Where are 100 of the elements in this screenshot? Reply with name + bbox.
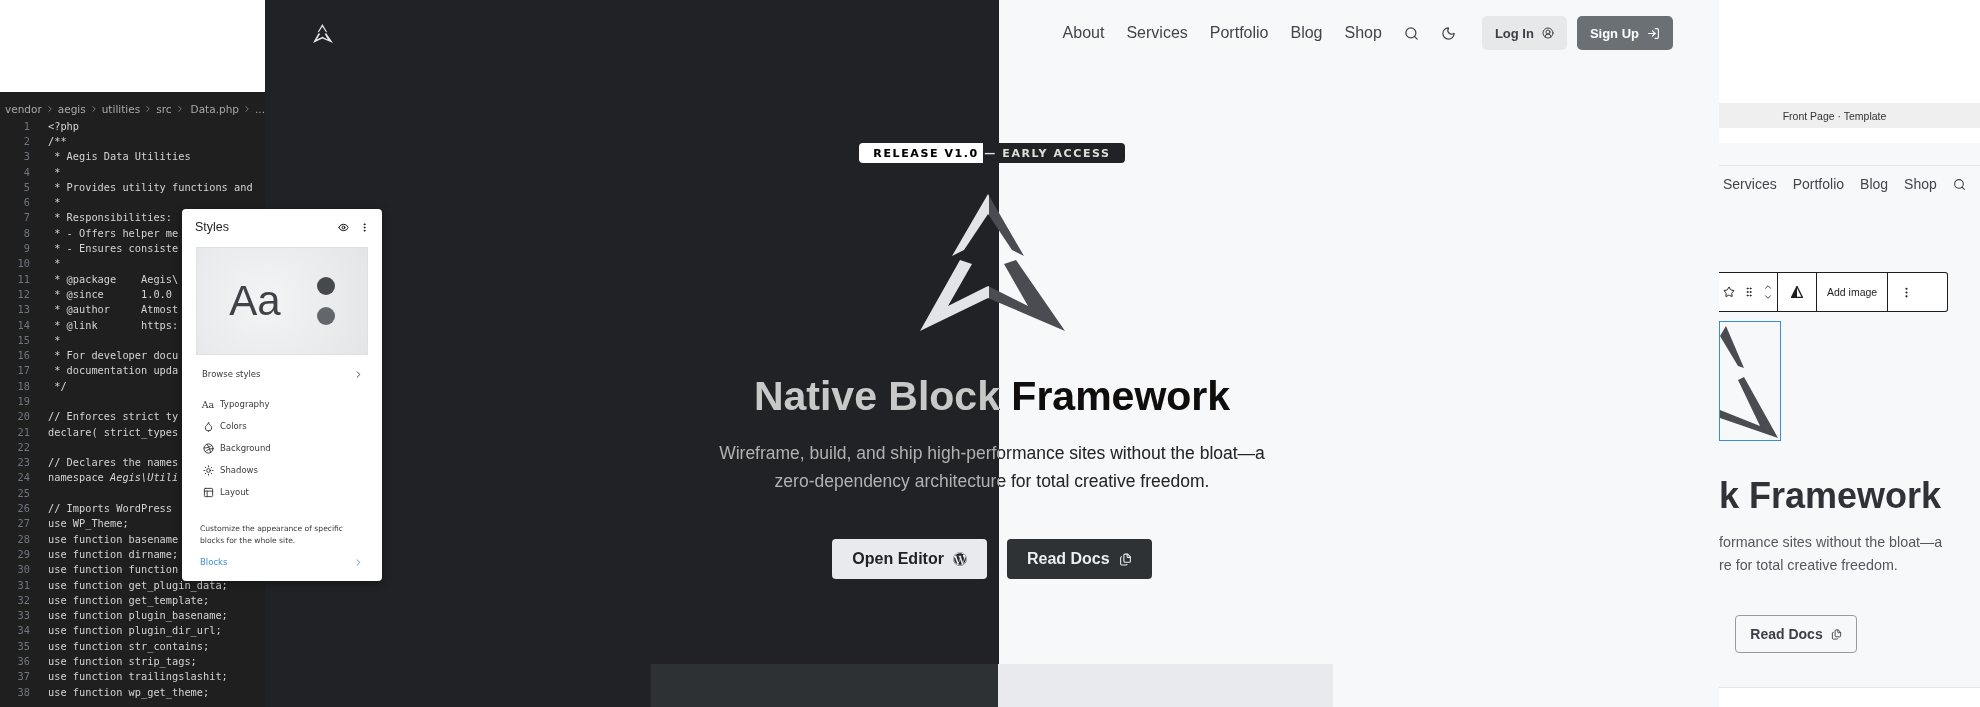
typography-icon: Aa <box>202 398 214 410</box>
page-subtitle: formance sites without the bloat—a re for total creative freedom. <box>1719 533 1944 575</box>
drag-handle-icon[interactable] <box>1743 286 1755 298</box>
documents-icon <box>1830 628 1842 640</box>
login-button[interactable]: Log In <box>1481 16 1567 50</box>
release-badge: RELEASE V1.0 — EARLY ACCESS <box>859 143 1125 163</box>
add-image-button[interactable]: Add image <box>1816 273 1888 311</box>
nav-link[interactable]: About <box>1062 24 1105 42</box>
line-number: 37 <box>16 670 30 683</box>
patterned-circle-icon <box>202 442 214 454</box>
line-number: 24 <box>16 471 30 484</box>
line-number: 8 <box>22 226 30 239</box>
nav-link[interactable]: Blog <box>1290 24 1323 42</box>
line-number: 33 <box>16 609 30 622</box>
code-line: // Imports WordPress <box>48 502 172 515</box>
breadcrumb-item[interactable]: Data.php <box>190 103 239 115</box>
line-number: 25 <box>16 486 30 499</box>
chevron-icon <box>242 104 252 114</box>
line-number: 19 <box>16 395 30 407</box>
menu-item[interactable]: Typography <box>220 399 270 409</box>
code-line: * <box>53 257 61 270</box>
code-line: use function plugin_basename; <box>48 609 228 622</box>
sun-icon <box>202 464 214 476</box>
code-line: use function get_plugin_data; <box>48 578 228 591</box>
swatch-dot <box>316 277 335 295</box>
line-number: 35 <box>16 639 30 652</box>
blocks-link[interactable]: Blocks <box>200 557 228 567</box>
menu-item[interactable]: Colors <box>220 421 247 431</box>
preview-text: Aa <box>229 277 281 325</box>
breadcrumb-item[interactable]: ... <box>255 103 265 115</box>
line-number: 2 <box>22 134 30 147</box>
line-number: 1 <box>22 119 30 132</box>
line-number: 7 <box>22 211 30 224</box>
line-number: 5 <box>22 180 30 193</box>
line-number: 6 <box>22 196 30 209</box>
code-line: use function trailingslashit; <box>48 670 228 683</box>
line-number: 21 <box>16 425 30 438</box>
code-line: * @author Atmost <box>53 303 179 316</box>
droplet-icon <box>202 420 214 432</box>
line-number: 23 <box>16 456 30 469</box>
nav-link[interactable]: Portfolio <box>1792 176 1845 192</box>
code-line: use function strip_tags; <box>48 655 197 668</box>
code-line: /** <box>48 134 67 147</box>
star-icon[interactable] <box>1723 286 1735 298</box>
line-number: 4 <box>22 165 30 178</box>
code-line: use WP_Theme; <box>48 517 129 530</box>
nav-link[interactable]: Shop <box>1904 176 1937 192</box>
search-icon[interactable] <box>1952 177 1966 191</box>
signup-button[interactable]: Sign Up <box>1576 16 1673 50</box>
menu-item[interactable]: Layout <box>220 487 249 497</box>
line-number: 32 <box>16 593 30 606</box>
read-docs-button[interactable]: Read Docs <box>1006 539 1152 579</box>
code-line: <?php <box>48 119 79 132</box>
line-number: 14 <box>16 318 30 331</box>
menu-item[interactable]: Background <box>220 443 271 453</box>
nav-link[interactable]: Services <box>1723 176 1777 192</box>
line-number: 3 <box>22 150 30 163</box>
line-number: 34 <box>16 624 30 637</box>
code-line: * <box>53 333 61 346</box>
breadcrumb-item[interactable]: utilities <box>101 103 141 115</box>
code-line: * <box>53 165 61 178</box>
swatch-dot <box>316 307 335 325</box>
code-line: * <box>53 196 61 209</box>
code-line: declare( strict_types <box>48 425 179 438</box>
code-line: use function plugin_dir_url; <box>48 624 222 637</box>
nav-link[interactable]: Shop <box>1344 24 1382 42</box>
code-line: * Aegis Data Utilities <box>53 150 191 163</box>
open-editor-button[interactable]: Open Editor <box>832 539 987 579</box>
browse-styles-item[interactable]: Browse styles <box>202 369 261 379</box>
menu-item[interactable]: Shadows <box>220 465 258 475</box>
line-number: 27 <box>16 517 30 530</box>
code-line: * @package Aegis\ <box>53 272 179 285</box>
line-number: 12 <box>16 287 30 300</box>
login-icon <box>1647 26 1660 40</box>
breadcrumb-item[interactable]: aegis <box>57 103 86 115</box>
breadcrumb-item[interactable]: vendor <box>5 103 42 115</box>
code-line: * - Offers helper me <box>53 226 179 239</box>
code-line: use function function <box>48 563 179 576</box>
code-line: * - Ensures consiste <box>53 242 179 254</box>
logo-icon[interactable] <box>313 23 333 43</box>
code-line: * Responsibilities: <box>53 211 172 224</box>
read-docs-button[interactable]: Read Docs <box>1735 615 1857 653</box>
code-line: * documentation upda <box>53 364 179 377</box>
line-number: 10 <box>16 257 30 270</box>
line-number: 31 <box>16 578 30 591</box>
nav-link[interactable]: Services <box>1126 24 1188 42</box>
eye-icon[interactable] <box>338 221 349 233</box>
triangle-icon[interactable] <box>1791 286 1803 298</box>
search-icon[interactable] <box>1403 25 1419 41</box>
line-number: 29 <box>16 547 30 560</box>
code-line: // Enforces strict ty <box>48 410 179 423</box>
wordpress-logo-icon <box>952 552 967 566</box>
moon-icon[interactable] <box>1440 25 1456 41</box>
nav-link[interactable]: Blog <box>1860 176 1889 192</box>
breadcrumb-item[interactable]: src <box>156 103 172 115</box>
line-number: 18 <box>16 379 30 392</box>
nav-link[interactable]: Portfolio <box>1209 24 1269 42</box>
code-line: use function basename <box>48 532 179 545</box>
layout-icon <box>202 486 214 498</box>
line-number: 38 <box>16 685 30 698</box>
